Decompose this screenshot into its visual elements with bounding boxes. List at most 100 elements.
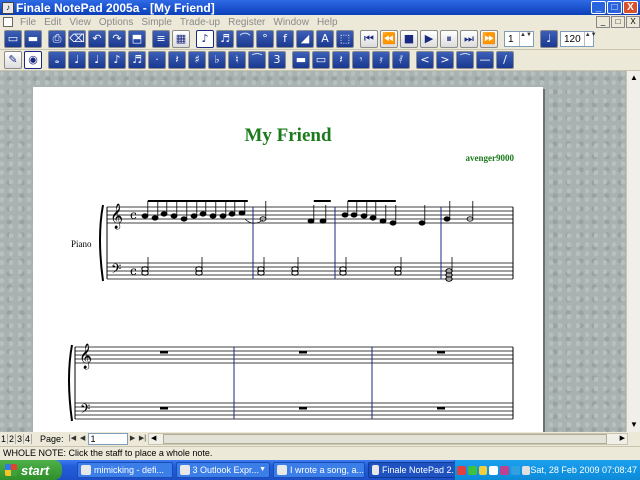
- document-icon[interactable]: [3, 17, 13, 27]
- title-bar[interactable]: ♪ Finale NotePad 2005a - [My Friend] _ □…: [0, 0, 640, 15]
- tuplet-button[interactable]: 3: [268, 51, 286, 69]
- start-button[interactable]: start: [0, 460, 62, 480]
- erase-button[interactable]: ⌫: [68, 30, 86, 48]
- half-note-button[interactable]: ♩: [68, 51, 86, 69]
- open-folder-button[interactable]: ▬: [24, 30, 42, 48]
- taskbar-item-song[interactable]: I wrote a song, a...: [273, 462, 365, 478]
- tray-alert-icon[interactable]: [457, 465, 466, 475]
- next-page-icon[interactable]: ▶: [128, 433, 138, 445]
- quarter-note-button[interactable]: ♩: [88, 51, 106, 69]
- menu-simple[interactable]: Simple: [137, 17, 176, 28]
- speedy-entry-button[interactable]: ♬: [216, 30, 234, 48]
- playback-5-button[interactable]: ⏭: [460, 30, 478, 48]
- doc-minimize-button[interactable]: _: [596, 16, 610, 28]
- playback-6-button[interactable]: ⏩: [480, 30, 498, 48]
- text-tool-button[interactable]: A: [316, 30, 334, 48]
- menu-edit[interactable]: Edit: [40, 17, 65, 28]
- tie-button[interactable]: ⁀: [248, 51, 266, 69]
- dot-button[interactable]: ·: [148, 51, 166, 69]
- horizontal-scrollbar[interactable]: ◀ ▶: [148, 433, 628, 445]
- rest-half-button[interactable]: ▭: [312, 51, 330, 69]
- whole-note-button[interactable]: 𝅝: [48, 51, 66, 69]
- sixteenth-note-button[interactable]: ♬: [128, 51, 146, 69]
- measure-spinner-value[interactable]: 1: [505, 34, 519, 45]
- doc-close-button[interactable]: X: [626, 16, 640, 28]
- eraser-note-button[interactable]: ✎: [4, 51, 22, 69]
- natural-button[interactable]: ♮: [228, 51, 246, 69]
- page-tab-2[interactable]: 2: [8, 434, 16, 444]
- articulation-button[interactable]: °: [256, 30, 274, 48]
- playback-2-button[interactable]: ■: [400, 30, 418, 48]
- selection-note-button[interactable]: ◉: [24, 51, 42, 69]
- save-button[interactable]: ⬒: [128, 30, 146, 48]
- menu-register[interactable]: Register: [224, 17, 269, 28]
- menu-window[interactable]: Window: [269, 17, 313, 28]
- eighth-note-button[interactable]: ♪: [108, 51, 126, 69]
- score-workspace[interactable]: My Friend avenger9000 Piano 𝄞 𝄢 c c 𝄞 𝄢: [0, 71, 626, 432]
- flat-button[interactable]: ♭: [208, 51, 226, 69]
- score-notation[interactable]: 𝄞 𝄢 c c 𝄞 𝄢: [33, 87, 543, 432]
- tray-network-icon[interactable]: [467, 465, 477, 475]
- scroll-left-icon[interactable]: ◀: [151, 434, 156, 444]
- vertical-scrollbar[interactable]: ▲ ▼: [626, 71, 640, 432]
- tempo-spinner-value[interactable]: 120: [561, 34, 584, 45]
- redo-button[interactable]: ↷: [108, 30, 126, 48]
- taskbar-item-mimicking[interactable]: mimicking - defi...: [77, 462, 173, 478]
- undo-button[interactable]: ↶: [88, 30, 106, 48]
- menu-trade-up[interactable]: Trade-up: [176, 17, 224, 28]
- sharp-button[interactable]: ♯: [188, 51, 206, 69]
- smart-shape-button[interactable]: ⌒: [236, 30, 254, 48]
- accent-line-button[interactable]: —: [476, 51, 494, 69]
- rest-quarter-button[interactable]: 𝄽: [332, 51, 350, 69]
- scroll-down-icon[interactable]: ▼: [628, 419, 640, 431]
- rest-button[interactable]: 𝄽: [168, 51, 186, 69]
- simple-entry-button[interactable]: ♪: [196, 30, 214, 48]
- spinner-arrows-icon[interactable]: ▲▼: [519, 32, 532, 46]
- close-button[interactable]: X: [623, 1, 638, 14]
- horizontal-scroll-thumb[interactable]: [163, 434, 607, 444]
- minimize-button[interactable]: _: [591, 1, 606, 14]
- print-button[interactable]: ⎙: [48, 30, 66, 48]
- page-tab-3[interactable]: 3: [16, 434, 24, 444]
- playback-0-button[interactable]: ⏮: [360, 30, 378, 48]
- rest-32nd-button[interactable]: 𝅀: [392, 51, 410, 69]
- taskbar-clock[interactable]: Sat, 28 Feb 2009 07:08:47: [530, 465, 637, 475]
- playback-4-button[interactable]: ⏸: [440, 30, 458, 48]
- measure-tool-button[interactable]: ▦: [172, 30, 190, 48]
- tempo-note-button[interactable]: ♩: [540, 30, 558, 48]
- tray-volume-icon[interactable]: [489, 465, 499, 475]
- taskbar-item-outlook[interactable]: 3 Outlook Expr... ▼: [176, 462, 270, 478]
- score-page[interactable]: My Friend avenger9000 Piano 𝄞 𝄢 c c 𝄞 𝄢: [33, 87, 543, 432]
- new-document-button[interactable]: ▭: [4, 30, 22, 48]
- page-tab-4[interactable]: 4: [24, 434, 32, 444]
- tray-messenger-icon[interactable]: [510, 465, 520, 475]
- scroll-right-icon[interactable]: ▶: [620, 434, 625, 444]
- menu-view[interactable]: View: [65, 17, 95, 28]
- rest-whole-button[interactable]: ▬: [292, 51, 310, 69]
- app-icon[interactable]: ♪: [2, 1, 14, 14]
- tray-misc-icon[interactable]: [521, 465, 531, 475]
- measure-spinner[interactable]: 1 ▲▼: [504, 31, 534, 47]
- menu-options[interactable]: Options: [95, 17, 137, 28]
- taskbar-item-finale[interactable]: Finale NotePad 2...: [368, 462, 460, 478]
- spinner-arrows-icon[interactable]: ▲▼: [583, 32, 597, 46]
- first-page-icon[interactable]: |◀: [68, 433, 78, 445]
- playback-1-button[interactable]: ⏪: [380, 30, 398, 48]
- page-tab-1[interactable]: 1: [0, 434, 8, 444]
- rest-eighth-button[interactable]: 𝄾: [352, 51, 370, 69]
- menu-help[interactable]: Help: [313, 17, 342, 28]
- menu-file[interactable]: File: [16, 17, 40, 28]
- page-number-field[interactable]: 1: [87, 433, 128, 445]
- scroll-up-icon[interactable]: ▲: [628, 72, 640, 84]
- selection-tool-button[interactable]: ⬚: [336, 30, 354, 48]
- tray-shield-icon[interactable]: [478, 465, 488, 475]
- tray-app-icon[interactable]: [500, 465, 509, 475]
- expression-button[interactable]: f: [276, 30, 294, 48]
- slur-button[interactable]: ⁀: [456, 51, 474, 69]
- pen-line-button[interactable]: /: [496, 51, 514, 69]
- crescendo-button[interactable]: <: [416, 51, 434, 69]
- diminuendo-button[interactable]: >: [436, 51, 454, 69]
- prev-page-icon[interactable]: ◀: [78, 433, 88, 445]
- playback-3-button[interactable]: ▶: [420, 30, 438, 48]
- rest-sixteenth-button[interactable]: 𝄿: [372, 51, 390, 69]
